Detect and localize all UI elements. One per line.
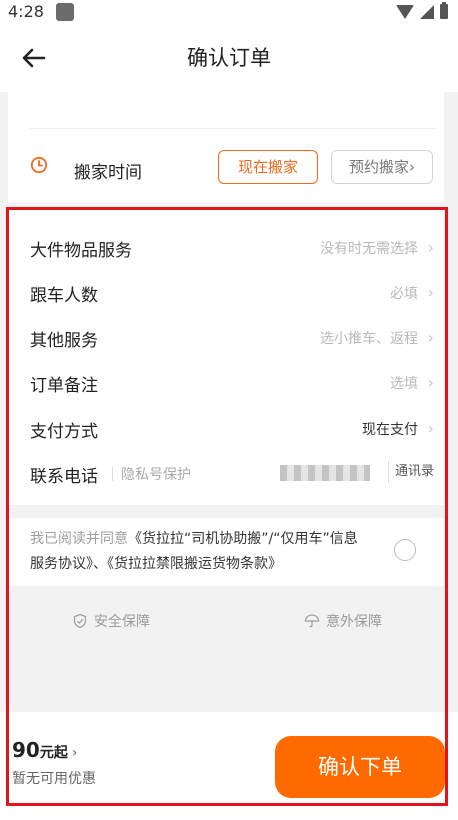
order-footer: 90元起 › 暂无可用优惠 确认下单 bbox=[0, 712, 458, 820]
battery-icon bbox=[440, 2, 448, 19]
agreement-card: 我已阅读并同意《货拉拉“司机协助搬”/“仅用车”信息服务协议》、《货拉拉禁限搬运… bbox=[8, 518, 444, 586]
price-suffix: 元起 bbox=[39, 745, 68, 761]
restricted-goods-link[interactable]: 《货拉拉禁限搬运货物条款》 bbox=[107, 556, 282, 572]
move-time-label: 搬家时间 bbox=[74, 163, 142, 183]
safety-guarantee[interactable]: 安全保障 bbox=[72, 611, 150, 631]
price-summary[interactable]: 90元起 › bbox=[12, 738, 77, 762]
umbrella-icon bbox=[304, 614, 320, 628]
row-label: 大件物品服务 bbox=[30, 241, 132, 261]
agreement-text: 我已阅读并同意《货拉拉“司机协助搬”/“仅用车”信息服务协议》、《货拉拉禁限搬运… bbox=[30, 527, 370, 577]
coupon-status: 暂无可用优惠 bbox=[12, 771, 96, 787]
cellular-signal-icon bbox=[420, 4, 434, 19]
order-notes-row[interactable]: 订单备注 选填 › bbox=[30, 362, 434, 402]
privacy-note-text: 隐私号保护 bbox=[121, 467, 191, 483]
reserve-move-button[interactable]: 预约搬家› bbox=[331, 150, 433, 184]
status-bar: 4:28 bbox=[0, 0, 458, 24]
row-value: 选小推车、返程 bbox=[320, 331, 418, 347]
contact-phone-row[interactable]: 联系电话 隐私号保护 通讯录 bbox=[30, 453, 434, 493]
agreement-prefix: 我已阅读并同意 bbox=[30, 531, 128, 547]
move-time-card: 搬家时间 现在搬家 预约搬家› bbox=[8, 92, 444, 202]
page-title: 确认订单 bbox=[187, 46, 271, 70]
agreement-separator: 、 bbox=[93, 556, 107, 572]
row-label: 其他服务 bbox=[30, 331, 98, 351]
confirm-order-button[interactable]: 确认下单 bbox=[275, 736, 445, 798]
row-label: 支付方式 bbox=[30, 422, 98, 442]
agreement-checkbox[interactable] bbox=[394, 539, 416, 561]
row-label: 订单备注 bbox=[30, 376, 98, 396]
chevron-right-icon: › bbox=[409, 158, 415, 176]
app-notification-icon bbox=[56, 3, 74, 21]
divider bbox=[30, 128, 436, 129]
accident-guarantee-label: 意外保障 bbox=[326, 614, 382, 630]
chevron-right-icon: › bbox=[427, 373, 434, 392]
price-value: 90 bbox=[12, 738, 40, 762]
row-value: 没有时无需选择 bbox=[320, 241, 418, 257]
order-options-card: 大件物品服务 没有时无需选择 › 跟车人数 必填 › 其他服务 选小推车、返程 … bbox=[8, 210, 444, 505]
shield-check-icon bbox=[73, 613, 87, 629]
other-services-row[interactable]: 其他服务 选小推车、返程 › bbox=[30, 317, 434, 357]
bulky-items-row[interactable]: 大件物品服务 没有时无需选择 › bbox=[30, 227, 434, 267]
chevron-right-icon: › bbox=[427, 419, 434, 438]
status-icons bbox=[396, 2, 448, 19]
status-time: 4:28 bbox=[8, 2, 44, 21]
app-bar: 确认订单 bbox=[0, 24, 458, 92]
wifi-icon bbox=[396, 4, 414, 19]
guarantee-bar: 安全保障 意外保障 bbox=[8, 605, 444, 635]
chevron-right-icon: › bbox=[427, 283, 434, 302]
chevron-right-icon: › bbox=[427, 328, 434, 347]
clock-icon bbox=[30, 156, 48, 178]
passengers-row[interactable]: 跟车人数 必填 › bbox=[30, 272, 434, 312]
chevron-right-icon: › bbox=[427, 238, 434, 257]
safety-guarantee-label: 安全保障 bbox=[94, 614, 150, 630]
divider bbox=[112, 467, 113, 481]
reserve-move-label: 预约搬家 bbox=[348, 158, 409, 176]
row-value: 现在支付 bbox=[362, 422, 418, 438]
chevron-right-icon: › bbox=[71, 745, 78, 761]
row-label: 联系电话 bbox=[30, 467, 98, 487]
row-value: 选填 bbox=[390, 376, 418, 392]
privacy-note: 隐私号保护 bbox=[112, 464, 191, 484]
payment-method-row[interactable]: 支付方式 现在支付 › bbox=[30, 408, 434, 448]
masked-phone-number bbox=[280, 465, 370, 481]
contacts-button[interactable]: 通讯录 bbox=[387, 461, 434, 483]
row-value: 必填 bbox=[390, 286, 418, 302]
accident-guarantee[interactable]: 意外保障 bbox=[304, 611, 382, 631]
move-now-button[interactable]: 现在搬家 bbox=[218, 150, 318, 184]
row-label: 跟车人数 bbox=[30, 286, 98, 306]
